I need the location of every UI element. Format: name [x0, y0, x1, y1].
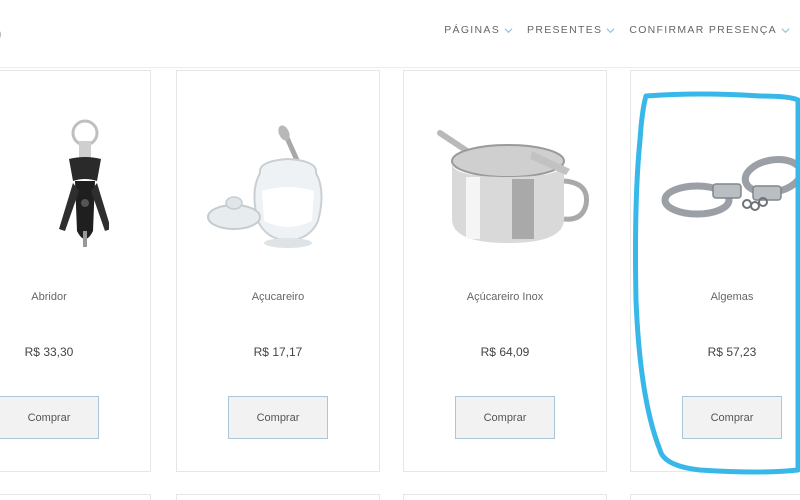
glass-sugar-bowl-icon: [207, 125, 323, 248]
nav-label: PÁGINAS: [444, 24, 501, 36]
product-card-partial: [630, 494, 800, 500]
site-header: ) PÁGINAS PRESENTES CONFIRMAR PRESENÇA: [0, 0, 800, 68]
corkscrew-icon: [59, 119, 109, 247]
buy-button[interactable]: Comprar: [455, 396, 555, 439]
product-card: Açúcareiro Inox R$ 64,09 Comprar: [403, 70, 607, 472]
product-price: R$ 33,30: [24, 345, 74, 359]
logo[interactable]: ): [0, 20, 1, 46]
nav-item-confirmar-presenca[interactable]: CONFIRMAR PRESENÇA: [629, 24, 790, 36]
page: ) PÁGINAS PRESENTES CONFIRMAR PRESENÇA: [0, 0, 800, 500]
buy-button[interactable]: Comprar: [682, 396, 782, 439]
nav-item-presentes[interactable]: PRESENTES: [527, 24, 615, 36]
product-image[interactable]: [177, 101, 379, 281]
buy-button[interactable]: Comprar: [0, 396, 99, 439]
steel-sugar-bowl-icon: [437, 130, 590, 243]
chevron-down-icon: [781, 27, 790, 33]
product-image[interactable]: [404, 101, 606, 281]
product-image[interactable]: [631, 101, 800, 281]
product-card-partial: [0, 494, 151, 500]
chevron-down-icon: [606, 27, 615, 33]
product-card-partial: [176, 494, 380, 500]
product-card-partial: [403, 494, 607, 500]
product-price: R$ 64,09: [480, 345, 530, 359]
nav-label: CONFIRMAR PRESENÇA: [629, 24, 777, 36]
chevron-down-icon: [504, 27, 513, 33]
buy-button[interactable]: Comprar: [228, 396, 328, 439]
product-price: R$ 57,23: [707, 345, 757, 359]
nav-item-paginas[interactable]: PÁGINAS: [444, 24, 513, 36]
product-image[interactable]: [0, 101, 150, 281]
product-price: R$ 17,17: [253, 345, 303, 359]
product-name[interactable]: Abridor: [0, 291, 150, 303]
product-card: Açucareiro R$ 17,17 Comprar: [176, 70, 380, 472]
nav-label: PRESENTES: [527, 24, 603, 36]
product-card: Abridor R$ 33,30 Comprar: [0, 70, 151, 472]
product-name[interactable]: Açucareiro: [177, 291, 379, 303]
handcuffs-icon: [661, 156, 800, 218]
product-name[interactable]: Algemas: [631, 291, 800, 303]
product-card: Algemas R$ 57,23 Comprar: [630, 70, 800, 472]
product-name[interactable]: Açúcareiro Inox: [404, 291, 606, 303]
main-nav: PÁGINAS PRESENTES CONFIRMAR PRESENÇA: [444, 24, 790, 36]
